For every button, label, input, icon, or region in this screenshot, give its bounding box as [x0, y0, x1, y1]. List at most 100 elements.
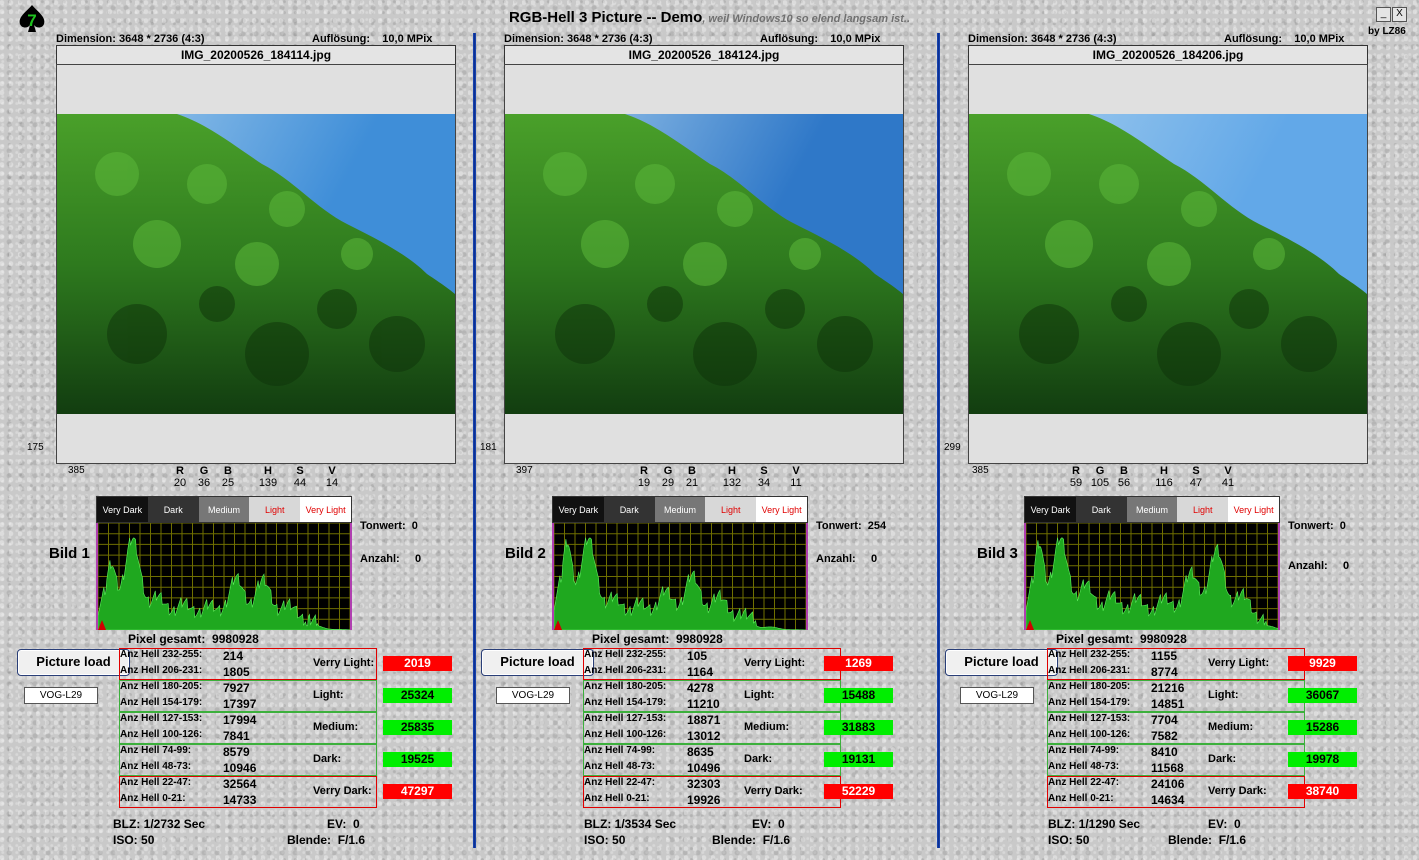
cursor-y-readout: 175	[27, 442, 44, 453]
range-count: 7927	[223, 681, 250, 695]
photo-frame[interactable]	[504, 64, 904, 464]
picture-number-label: Bild 2	[505, 545, 546, 562]
saturation-readout: S 47	[1189, 465, 1203, 489]
resolution-label: Auflösung: 10,0 MPix	[1224, 33, 1345, 45]
light-count: 15488	[824, 688, 893, 703]
author-label: by LZ86	[1368, 26, 1406, 37]
picture-load-button[interactable]: Picture load	[481, 649, 594, 676]
histogram-zone-header: Very Dark Dark Medium Light Very Light	[1024, 496, 1280, 523]
histogram[interactable]	[1024, 523, 1280, 630]
range-count: 17397	[223, 697, 257, 711]
dark-count: 19525	[383, 752, 452, 767]
range-label: Anz Hell 100-126:	[120, 729, 203, 740]
cursor-x-readout: 397	[516, 465, 533, 476]
filename-label: IMG_20200526_184124.jpg	[504, 45, 904, 65]
light-count: 25324	[383, 688, 452, 703]
anzahl-readout: Anzahl: 0	[360, 553, 422, 565]
close-button[interactable]: X	[1392, 7, 1407, 22]
green-readout: G 36	[197, 465, 211, 489]
green-readout: G 105	[1090, 465, 1110, 489]
range-count: 8410	[1151, 745, 1178, 759]
device-model-field: VOG-L29	[960, 687, 1034, 704]
picture-load-button[interactable]: Picture load	[17, 649, 130, 676]
value-readout: V 14	[325, 465, 339, 489]
saturation-readout: S 34	[757, 465, 771, 489]
range-label: Anz Hell 22-47:	[584, 777, 656, 788]
very-light-label: Verry Light:	[744, 657, 806, 669]
light-count: 36067	[1288, 688, 1357, 703]
zone-light: Light	[249, 497, 301, 522]
filename-label: IMG_20200526_184114.jpg	[56, 45, 456, 65]
range-label: Anz Hell 0-21:	[120, 793, 186, 804]
range-label: Anz Hell 206-231:	[584, 665, 667, 676]
device-model-field: VOG-L29	[496, 687, 570, 704]
range-label: Anz Hell 206-231:	[1048, 665, 1131, 676]
histogram[interactable]	[96, 523, 352, 630]
range-label: Anz Hell 74-99:	[120, 745, 192, 756]
exposure-value: EV: 0	[1208, 817, 1241, 831]
dark-label: Dark:	[313, 753, 342, 765]
light-label: Light:	[744, 689, 775, 701]
range-label: Anz Hell 0-21:	[584, 793, 650, 804]
photo-frame[interactable]	[56, 64, 456, 464]
pixel-total-label: Pixel gesamt: 9980928	[128, 632, 259, 646]
range-count: 14634	[1151, 793, 1185, 807]
range-label: Anz Hell 100-126:	[584, 729, 667, 740]
resolution-label: Auflösung: 10,0 MPix	[312, 33, 433, 45]
brightness-range-row: Anz Hell 154-179: 11210	[583, 696, 841, 712]
zone-very-dark: Very Dark	[97, 497, 148, 522]
range-label: Anz Hell 127-153:	[584, 713, 667, 724]
range-count: 32303	[687, 777, 721, 791]
range-label: Anz Hell 180-205:	[120, 681, 203, 692]
range-count: 17994	[223, 713, 257, 727]
dark-label: Dark:	[744, 753, 773, 765]
dark-label: Dark:	[1208, 753, 1237, 765]
brightness-range-row: Anz Hell 180-205: 4278	[583, 680, 841, 696]
anzahl-readout: Anzahl: 0	[1288, 560, 1350, 572]
picture-load-button[interactable]: Picture load	[945, 649, 1058, 676]
range-count: 18871	[687, 713, 721, 727]
histogram[interactable]	[552, 523, 808, 630]
range-count: 10946	[223, 761, 257, 775]
aperture-value: Blende: F/1.6	[1168, 833, 1247, 847]
photo-preview[interactable]	[505, 114, 903, 414]
range-count: 11568	[1151, 761, 1184, 775]
range-label: Anz Hell 154-179:	[584, 697, 667, 708]
brightness-range-row: Anz Hell 127-153: 18871	[583, 712, 841, 728]
cursor-x-readout: 385	[972, 465, 989, 476]
exposure-value: EV: 0	[327, 817, 360, 831]
minimize-button[interactable]: _	[1376, 7, 1391, 22]
zone-dark: Dark	[147, 497, 199, 522]
anzahl-readout: Anzahl: 0	[816, 553, 878, 565]
range-label: Anz Hell 180-205:	[1048, 681, 1131, 692]
brightness-range-row: Anz Hell 100-126: 13012	[583, 728, 841, 744]
light-label: Light:	[313, 689, 344, 701]
brightness-range-row: Anz Hell 48-73: 10496	[583, 760, 841, 776]
panel-divider	[473, 33, 476, 848]
app-title: RGB-Hell 3 Picture -- Demo	[508, 9, 703, 26]
histogram-zone-header: Very Dark Dark Medium Light Very Light	[96, 496, 352, 523]
zone-light: Light	[1177, 497, 1229, 522]
tonwert-readout: Tonwert: 0	[1288, 520, 1346, 532]
brightness-range-row: Anz Hell 74-99: 8410	[1047, 744, 1305, 760]
range-label: Anz Hell 74-99:	[1048, 745, 1120, 756]
red-readout: R 19	[637, 465, 651, 489]
range-count: 1164	[687, 665, 714, 679]
red-readout: R 59	[1069, 465, 1083, 489]
range-label: Anz Hell 74-99:	[584, 745, 656, 756]
exposure-time: BLZ: 1/1290 Sec	[1048, 817, 1141, 831]
aperture-value: Blende: F/1.6	[287, 833, 366, 847]
range-count: 105	[687, 649, 708, 663]
very-dark-label: Verry Dark:	[313, 785, 372, 797]
brightness-range-row: Anz Hell 127-153: 7704	[1047, 712, 1305, 728]
hue-readout: H 132	[722, 465, 742, 489]
blue-readout: B 56	[1117, 465, 1131, 489]
iso-value: ISO: 50	[113, 833, 155, 847]
photo-frame[interactable]	[968, 64, 1368, 464]
photo-preview[interactable]	[57, 114, 455, 414]
dimension-label: Dimension: 3648 * 2736 (4:3)	[504, 33, 653, 45]
range-count: 1805	[223, 665, 250, 679]
range-label: Anz Hell 48-73:	[584, 761, 656, 772]
photo-preview[interactable]	[969, 114, 1367, 414]
range-count: 1155	[1151, 649, 1178, 663]
